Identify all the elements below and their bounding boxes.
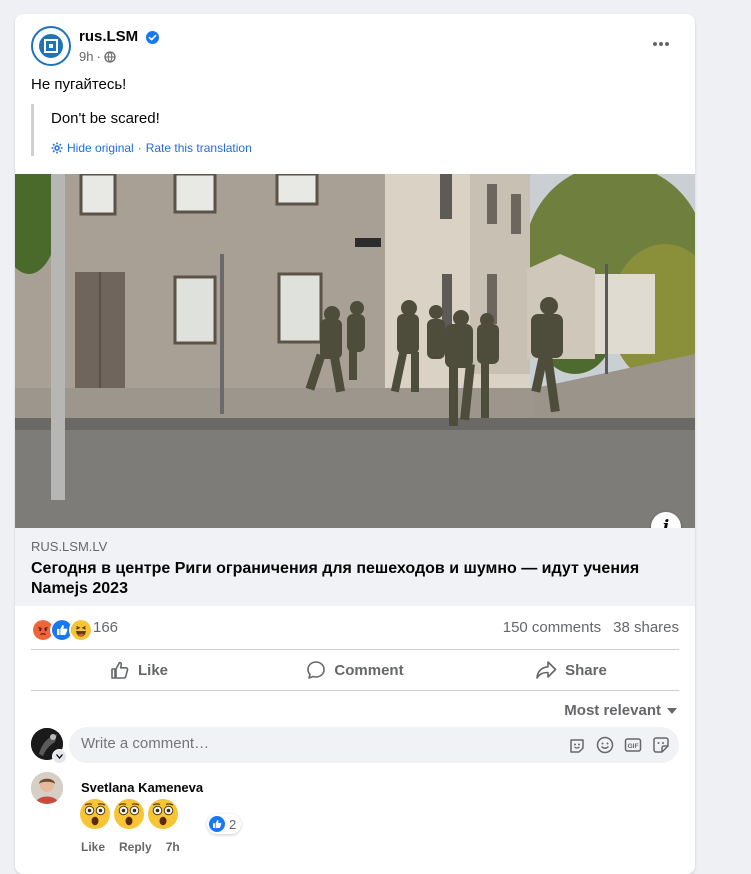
page-name[interactable]: rus.LSM xyxy=(79,28,138,45)
caret-down-icon xyxy=(667,707,677,714)
composer-icons: GIF xyxy=(567,735,671,755)
chevron-down-icon xyxy=(56,754,63,759)
like-icon xyxy=(209,816,225,832)
haha-icon xyxy=(69,618,93,642)
shares-count-link[interactable]: 38 shares xyxy=(613,619,679,636)
comment-author[interactable]: Svetlana Kameneva xyxy=(81,780,203,795)
translation-links: Hide original · Rate this translation xyxy=(51,141,671,155)
engagement-counts: 150 comments 38 shares xyxy=(503,619,679,636)
gif-icon: GIF xyxy=(624,738,642,752)
reaction-count[interactable]: 166 xyxy=(93,619,118,636)
link-preview[interactable]: RUS.LSM.LV Сегодня в центре Риги огранич… xyxy=(15,528,695,606)
sticker-icon xyxy=(653,737,669,753)
avatar-sticker-icon xyxy=(570,739,584,753)
like-label: Like xyxy=(137,661,168,679)
translation-block: Don't be scared! Hide original · Rate th… xyxy=(31,104,671,156)
comment-content xyxy=(79,798,179,830)
astonished-face-icon xyxy=(114,799,144,829)
post-text: Не пугайтесь! xyxy=(31,76,127,93)
comment-button[interactable]: Comment xyxy=(247,650,463,690)
thumbs-up-icon xyxy=(111,661,129,679)
comment-bubble-icon xyxy=(307,661,326,679)
page-name-link[interactable]: rus.LSM xyxy=(79,28,160,45)
astonished-face-icon xyxy=(80,799,110,829)
post-photo[interactable] xyxy=(15,174,695,528)
reaction-icons[interactable] xyxy=(31,618,93,642)
post-header: rus.LSM 9h · xyxy=(31,26,679,70)
like-button[interactable]: Like xyxy=(31,650,247,690)
lsm-logo-icon xyxy=(39,34,63,58)
gear-icon xyxy=(51,142,63,154)
link-title[interactable]: Сегодня в центре Риги ограничения для пе… xyxy=(31,559,651,599)
verified-badge-icon xyxy=(146,30,160,44)
commenter-avatar[interactable] xyxy=(31,772,63,804)
more-options-button[interactable] xyxy=(643,32,679,56)
comment-sort-dropdown[interactable]: Most relevant xyxy=(564,702,677,719)
street-scene-image xyxy=(15,174,695,528)
gif-button[interactable]: GIF xyxy=(623,735,643,755)
reactions-summary: 166 150 comments 38 shares xyxy=(31,616,679,642)
commenter-photo xyxy=(31,772,63,804)
divider xyxy=(31,690,679,691)
meta-separator: · xyxy=(96,49,101,64)
profile-switch-badge[interactable] xyxy=(52,749,67,764)
translation-separator: · xyxy=(137,141,142,155)
comment-reaction-badge[interactable]: 2 xyxy=(207,814,242,834)
link-domain: RUS.LSM.LV xyxy=(31,539,108,554)
comments-count-link[interactable]: 150 comments xyxy=(503,619,601,636)
comment-input[interactable] xyxy=(81,735,521,752)
sticker-button[interactable] xyxy=(651,735,671,755)
more-horizontal-icon xyxy=(653,42,669,46)
comment-time[interactable]: 7h xyxy=(166,840,180,854)
translated-text: Don't be scared! xyxy=(51,110,160,127)
hide-original-link[interactable]: Hide original xyxy=(67,141,134,155)
svg-text:GIF: GIF xyxy=(628,743,639,750)
share-label: Share xyxy=(565,661,607,679)
comment-reply-button[interactable]: Reply xyxy=(119,840,152,854)
share-arrow-icon xyxy=(536,661,557,679)
astonished-face-icon xyxy=(148,799,178,829)
action-bar: Like Comment Share xyxy=(31,650,679,690)
emoji-button[interactable] xyxy=(595,735,615,755)
page-avatar[interactable] xyxy=(31,26,71,66)
comment-label: Comment xyxy=(334,661,404,679)
comment-composer[interactable]: GIF xyxy=(69,727,679,763)
comment-actions: Like Reply 7h xyxy=(81,840,180,854)
comment-reaction-count: 2 xyxy=(229,816,237,832)
avatar-sticker-button[interactable] xyxy=(567,735,587,755)
sort-label: Most relevant xyxy=(564,702,661,719)
post-time[interactable]: 9h xyxy=(79,49,93,64)
globe-icon xyxy=(104,50,116,63)
rate-translation-link[interactable]: Rate this translation xyxy=(146,141,252,155)
comment-like-button[interactable]: Like xyxy=(81,840,105,854)
emoji-icon xyxy=(596,736,614,754)
share-button[interactable]: Share xyxy=(463,650,679,690)
post-card: rus.LSM 9h · Не пугайтесь! Don't be scar… xyxy=(15,14,695,874)
post-meta: 9h · xyxy=(79,49,116,64)
